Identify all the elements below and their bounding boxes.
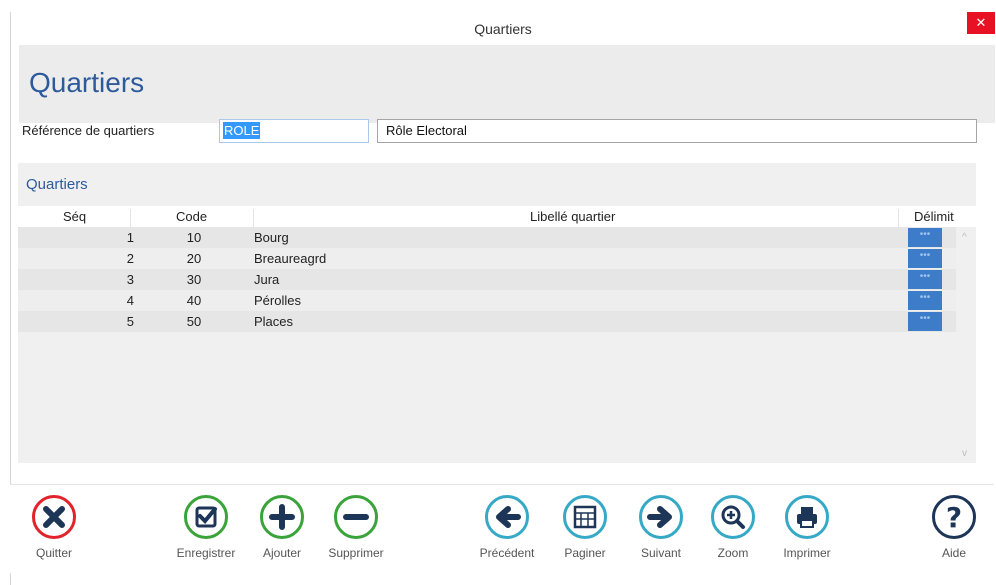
table-row[interactable]: 2 20 Breaureagrd •••: [18, 248, 956, 269]
scroll-down-icon[interactable]: v: [962, 448, 967, 459]
column-header-code[interactable]: Code: [176, 209, 207, 224]
column-header-libelle[interactable]: Libellé quartier: [530, 209, 615, 224]
table-grid-icon: [563, 495, 607, 539]
suivant-label: Suivant: [640, 546, 682, 560]
reference-code-value: ROLE: [223, 122, 261, 139]
delimit-button[interactable]: •••: [908, 249, 942, 268]
cell-seq: 5: [126, 314, 134, 329]
cell-code: 20: [186, 251, 202, 266]
zoom-in-icon: [711, 495, 755, 539]
reference-code-input[interactable]: ROLE: [219, 119, 369, 143]
page-header: Quartiers: [19, 45, 995, 123]
zoom-label: Zoom: [717, 546, 749, 560]
cell-seq: 1: [126, 230, 134, 245]
ajouter-label: Ajouter: [262, 546, 302, 560]
quitter-label: Quitter: [35, 546, 72, 560]
cell-code: 50: [186, 314, 202, 329]
window-title: Quartiers: [474, 21, 532, 37]
table-row[interactable]: 3 30 Jura •••: [18, 269, 956, 290]
supprimer-button[interactable]: Supprimer: [322, 495, 390, 560]
svg-text:?: ?: [946, 501, 962, 534]
arrow-left-icon: [485, 495, 529, 539]
cell-code: 10: [186, 230, 202, 245]
help-question-icon: ?: [932, 495, 976, 539]
supprimer-label: Supprimer: [328, 546, 384, 560]
cell-code: 40: [186, 293, 202, 308]
save-check-icon: [184, 495, 228, 539]
close-button[interactable]: ✕: [967, 12, 995, 34]
imprimer-button[interactable]: Imprimer: [776, 495, 838, 560]
aide-button[interactable]: ? Aide: [932, 495, 976, 560]
delimit-button[interactable]: •••: [908, 270, 942, 289]
precedent-label: Précédent: [479, 546, 535, 560]
cell-libelle: Bourg: [254, 230, 289, 245]
table-row[interactable]: 1 10 Bourg •••: [18, 227, 956, 248]
ajouter-button[interactable]: Ajouter: [254, 495, 310, 560]
reference-description-input[interactable]: Rôle Electoral: [377, 119, 977, 143]
cell-code: 30: [186, 272, 202, 287]
aide-label: Aide: [941, 546, 967, 560]
imprimer-label: Imprimer: [783, 546, 831, 560]
cell-libelle: Places: [254, 314, 294, 329]
title-bar: Quartiers ✕: [11, 12, 995, 45]
cell-seq: 2: [126, 251, 134, 266]
page-title: Quartiers: [29, 67, 145, 98]
cell-libelle: Pérolles: [254, 293, 301, 308]
zoom-button[interactable]: Zoom: [708, 495, 758, 560]
cell-seq: 3: [126, 272, 134, 287]
column-header-delimit[interactable]: Délimit: [914, 209, 954, 224]
quitter-button[interactable]: Quitter: [24, 495, 84, 560]
table-row[interactable]: 4 40 Pérolles •••: [18, 290, 956, 311]
enregistrer-label: Enregistrer: [176, 546, 236, 560]
minus-icon: [334, 495, 378, 539]
reference-label: Référence de quartiers: [22, 123, 155, 138]
cell-libelle: Jura: [254, 272, 280, 287]
column-header-seq[interactable]: Séq: [63, 209, 86, 224]
delimit-button[interactable]: •••: [908, 228, 942, 247]
cell-libelle: Breaureagrd: [254, 251, 327, 266]
enregistrer-button[interactable]: Enregistrer: [174, 495, 238, 560]
quartiers-group: Quartiers Séq Code Libellé quartier Déli…: [18, 163, 976, 463]
printer-icon: [785, 495, 829, 539]
close-x-icon: [32, 495, 76, 539]
table-row[interactable]: 5 50 Places •••: [18, 311, 956, 332]
table-header: Séq Code Libellé quartier Délimit: [18, 206, 976, 230]
scroll-up-icon[interactable]: ^: [962, 232, 967, 243]
quartiers-table: Séq Code Libellé quartier Délimit 1 10 B…: [18, 206, 976, 463]
bottom-toolbar: Quitter Enregistrer Ajouter Supprimer Pr…: [10, 484, 994, 573]
paginer-button[interactable]: Paginer: [558, 495, 612, 560]
vertical-scrollbar[interactable]: ^ v: [956, 227, 976, 463]
suivant-button[interactable]: Suivant: [634, 495, 688, 560]
paginer-label: Paginer: [564, 546, 606, 560]
delimit-button[interactable]: •••: [908, 312, 942, 331]
arrow-right-icon: [639, 495, 683, 539]
plus-icon: [260, 495, 304, 539]
delimit-button[interactable]: •••: [908, 291, 942, 310]
group-title: Quartiers: [26, 176, 88, 193]
precedent-button[interactable]: Précédent: [474, 495, 540, 560]
cell-seq: 4: [126, 293, 134, 308]
